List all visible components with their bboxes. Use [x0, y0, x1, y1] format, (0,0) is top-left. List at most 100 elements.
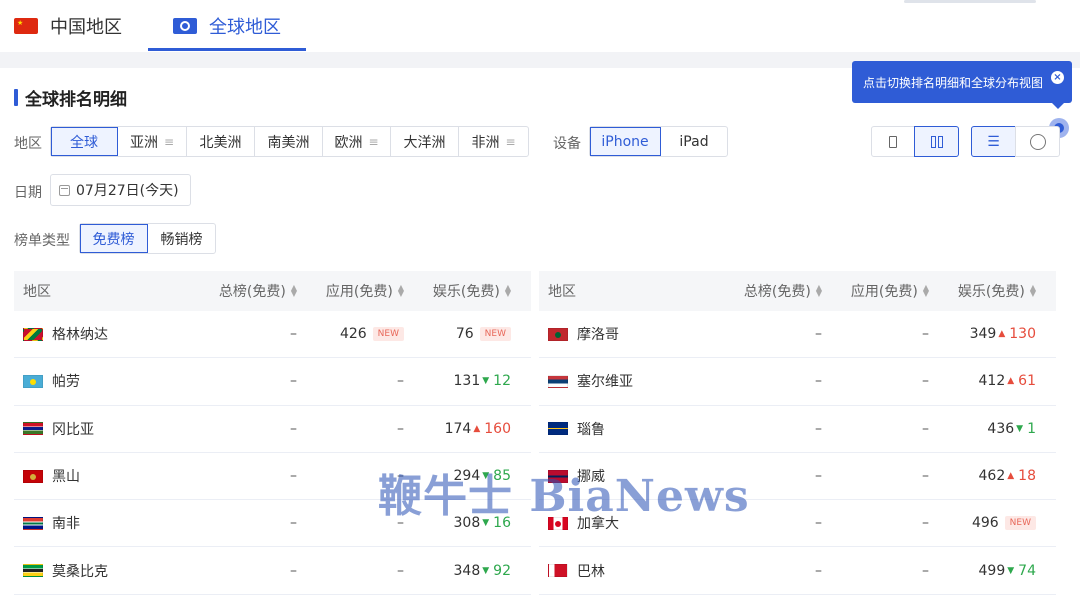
tab-china-region[interactable]: ★ 中国地区	[14, 0, 122, 52]
rank-value: –	[815, 468, 822, 485]
menu-icon: ≡	[163, 134, 175, 149]
rank-value: –	[922, 515, 929, 532]
chart-type-grossing[interactable]: 畅销榜	[148, 224, 215, 253]
region-option-oceania[interactable]: 大洋洲	[391, 127, 459, 156]
header-total[interactable]: 总榜(免费) ▲ ▼	[204, 281, 311, 301]
rank-value: –	[922, 562, 929, 579]
rank-change: 18	[1018, 468, 1036, 485]
option-label: 亚洲	[129, 134, 158, 151]
table-row[interactable]: 巴林 – –499 ▼ 74	[539, 547, 1056, 595]
region-name: 塞尔维亚	[577, 374, 633, 391]
region-name: 黑山	[52, 469, 80, 486]
table-header: 地区 总榜(免费) ▲ ▼ 应用(免费) ▲ ▼ 娱乐(免费) ▲ ▼	[14, 271, 531, 311]
south-africa-flag-icon	[23, 516, 43, 530]
region-option-africa[interactable]: 非洲 ≡	[459, 127, 528, 156]
sort-icon: ▲ ▼	[815, 283, 822, 298]
rank-value: –	[922, 420, 929, 437]
option-label: 非洲	[471, 134, 500, 151]
header-region: 地区	[23, 284, 51, 300]
china-flag-icon: ★	[14, 18, 38, 34]
rank-value: –	[397, 373, 404, 390]
header-label: 娱乐(免费)	[432, 284, 500, 300]
rank-value: 76	[455, 326, 474, 343]
rank-value: 131	[453, 373, 481, 390]
table-row[interactable]: 莫桑比克 – –348 ▼ 92	[14, 547, 531, 595]
total-rank-cell: –	[729, 326, 836, 342]
list-view-button[interactable]: ☰	[971, 126, 1016, 157]
total-rank-cell: –	[729, 373, 836, 389]
rank-up-icon: ▲	[998, 329, 1006, 340]
rank-down-icon: ▼	[482, 376, 490, 387]
region-cell: 冈比亚	[14, 419, 204, 439]
region-cell: 塞尔维亚	[539, 371, 729, 391]
rank-value: –	[815, 562, 822, 579]
map-view-button[interactable]	[1015, 126, 1060, 157]
region-cell: 南非	[14, 513, 204, 533]
sort-icon: ▲ ▼	[397, 283, 404, 298]
region-cell: 瑙鲁	[539, 419, 729, 439]
ranking-table-right: 地区 总榜(免费) ▲ ▼ 应用(免费) ▲ ▼ 娱乐(免费) ▲ ▼ 摩洛哥 – –349 ▲ 1…	[539, 271, 1056, 595]
tab-global-region[interactable]: 全球地区	[173, 0, 281, 52]
table-row[interactable]: 格林纳达 – 426 NEW 76 NEW	[14, 311, 531, 359]
nauru-flag-icon	[548, 422, 568, 436]
chart-type-label: 榜单类型	[14, 233, 70, 249]
region-option-global[interactable]: 全球	[51, 127, 118, 156]
region-option-north-america[interactable]: 北美洲	[187, 127, 255, 156]
rank-value: –	[290, 373, 297, 390]
rank-value: 462	[978, 468, 1006, 485]
entertainment-rank-cell: 349 ▲ 130	[943, 326, 1050, 342]
rank-value: –	[290, 468, 297, 485]
chart-type-free[interactable]: 免费榜	[80, 224, 148, 253]
device-option-iphone[interactable]: iPhone	[590, 127, 661, 156]
app-rank-cell: –	[836, 421, 943, 437]
ranking-table-left: 地区 总榜(免费) ▲ ▼ 应用(免费) ▲ ▼ 娱乐(免费) ▲ ▼ 格林纳达 –426 NE…	[14, 271, 531, 595]
rank-value: 426	[339, 326, 367, 343]
device-option-ipad[interactable]: iPad	[661, 127, 727, 156]
header-app[interactable]: 应用(免费) ▲ ▼	[311, 281, 418, 301]
rank-value: –	[815, 373, 822, 390]
single-column-view-button[interactable]	[871, 126, 915, 157]
calendar-icon	[59, 184, 70, 196]
table-row[interactable]: 冈比亚 – –174 ▲ 160	[14, 406, 531, 453]
header-label: 应用(免费)	[325, 284, 393, 300]
table-row[interactable]: 塞尔维亚 – –412 ▲ 61	[539, 358, 1056, 406]
table-row[interactable]: 摩洛哥 – –349 ▲ 130	[539, 311, 1056, 359]
tab-label: 全球地区	[209, 17, 281, 38]
rank-value: 412	[978, 373, 1006, 390]
header-app[interactable]: 应用(免费) ▲ ▼	[836, 281, 943, 301]
watermark: 鞭牛士 BiaNews	[378, 471, 750, 522]
region-option-asia[interactable]: 亚洲 ≡	[118, 127, 187, 156]
option-label: 全球	[70, 134, 98, 151]
title-accent-bar	[14, 88, 18, 106]
rank-value: –	[922, 326, 929, 343]
active-tab-indicator	[148, 48, 306, 51]
region-name: 冈比亚	[52, 421, 94, 438]
region-option-europe[interactable]: 欧洲 ≡	[323, 127, 391, 156]
header-entertainment[interactable]: 娱乐(免费) ▲ ▼	[943, 281, 1050, 301]
top-scroll-indicator	[904, 0, 1036, 3]
header-entertainment[interactable]: 娱乐(免费) ▲ ▼	[418, 281, 525, 301]
app-rank-cell: –	[311, 373, 418, 389]
entertainment-rank-cell: 76 NEW	[418, 326, 525, 342]
sort-icon: ▲ ▼	[1029, 283, 1036, 298]
rank-value: –	[290, 562, 297, 579]
header-total[interactable]: 总榜(免费) ▲ ▼	[729, 281, 836, 301]
morocco-flag-icon	[548, 327, 568, 341]
region-cell: 黑山	[14, 466, 204, 486]
region-option-south-america[interactable]: 南美洲	[255, 127, 323, 156]
tab-label: 中国地区	[50, 17, 122, 38]
table-row[interactable]: 瑙鲁 – –436 ▼ 1	[539, 406, 1056, 453]
date-picker[interactable]: 07月27日(今天)	[50, 174, 191, 206]
region-cell: 莫桑比克	[14, 561, 204, 581]
palau-flag-icon	[23, 374, 43, 388]
two-column-view-button[interactable]	[914, 126, 959, 157]
region-cell: 格林纳达	[14, 324, 204, 344]
region-name: 巴林	[577, 563, 605, 580]
top-tab-bar: ★ 中国地区 全球地区	[0, 0, 1080, 52]
table-row[interactable]: 帕劳 – –131 ▼ 12	[14, 358, 531, 406]
rank-value: –	[290, 420, 297, 437]
entertainment-rank-cell: 174 ▲ 160	[418, 421, 525, 437]
header-label: 总榜(免费)	[218, 284, 286, 300]
close-icon[interactable]: ×	[1051, 71, 1064, 84]
header-label: 娱乐(免费)	[957, 284, 1025, 300]
